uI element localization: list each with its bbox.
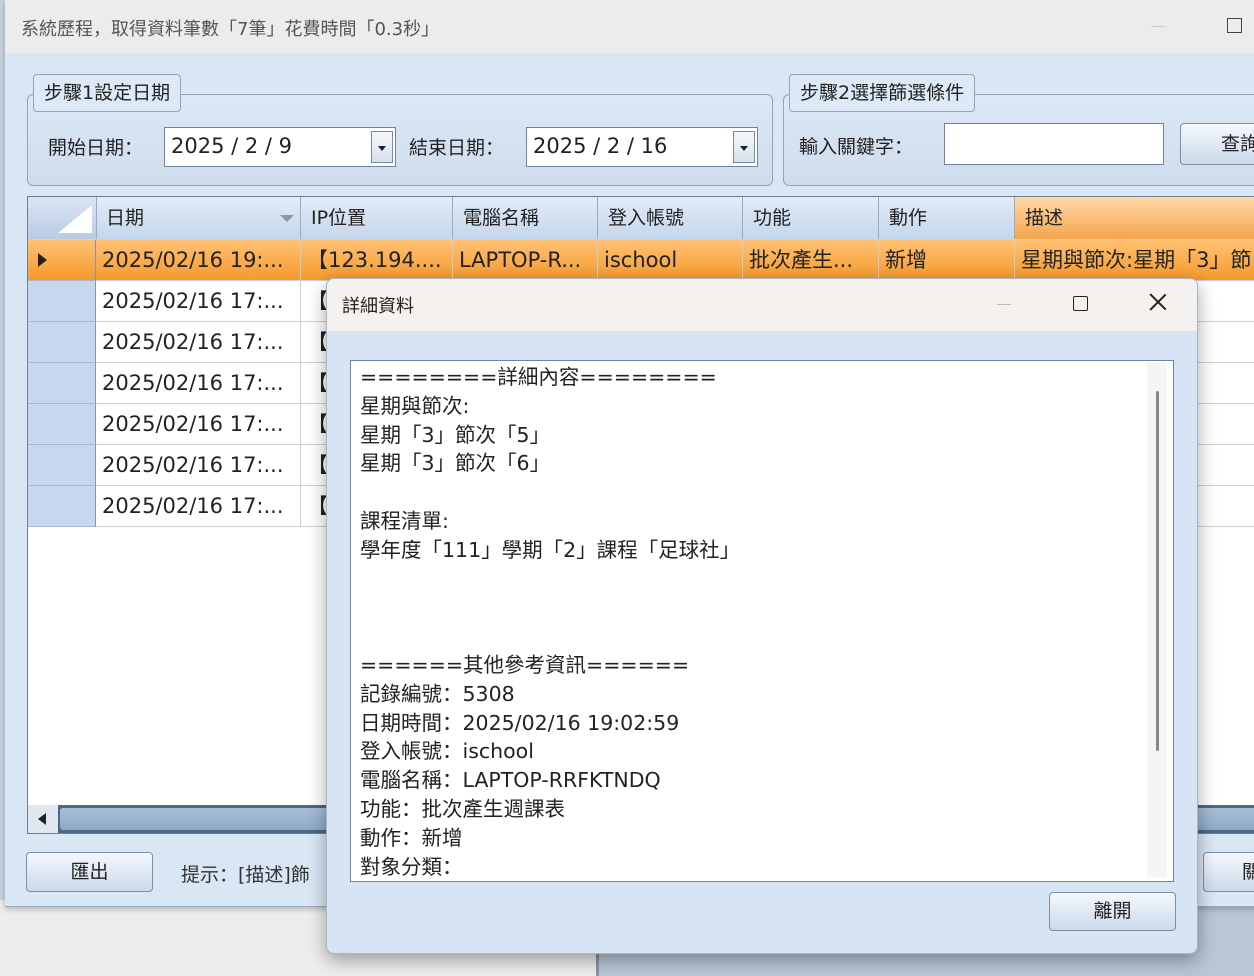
minimize-icon[interactable] — [1151, 26, 1165, 27]
vertical-scrollbar[interactable] — [1147, 363, 1167, 877]
cell-date[interactable]: 2025/02/16 17:... — [96, 281, 301, 322]
detail-text: ========詳細內容======== 星期與節次: 星期「3」節次「5」 星期「3… — [360, 363, 740, 881]
column-header-pc-name[interactable]: 電腦名稱 — [453, 197, 598, 239]
cell-function[interactable]: 批次產生... — [743, 240, 879, 281]
arrow-left-icon — [38, 813, 46, 825]
detail-line — [360, 478, 740, 507]
end-date-label: 結束日期： — [409, 137, 505, 159]
detail-line: 功能：批次產生週課表 — [360, 796, 565, 821]
column-header-ip[interactable]: IP位置 — [301, 197, 453, 239]
column-header-account[interactable]: 登入帳號 — [598, 197, 743, 239]
column-header-description[interactable]: 描述 — [1015, 197, 1254, 239]
scroll-left-button[interactable] — [28, 805, 58, 833]
row-header[interactable] — [28, 486, 96, 527]
corner-triangle-icon — [58, 205, 92, 233]
row-header[interactable] — [28, 322, 96, 363]
column-header-action[interactable]: 動作 — [879, 197, 1015, 239]
detail-line: 對象分類： — [360, 854, 463, 879]
detail-line: ========詳細內容======== — [360, 365, 717, 389]
cell-date[interactable]: 2025/02/16 17:... — [96, 404, 301, 445]
column-header-date[interactable]: 日期 — [96, 197, 301, 239]
cell-pc-name[interactable]: LAPTOP-R... — [453, 240, 598, 281]
start-date-picker[interactable]: 2025 / 2 / 9 — [164, 127, 396, 167]
close-icon[interactable] — [1147, 291, 1169, 313]
maximize-icon[interactable] — [1227, 18, 1242, 33]
row-header[interactable] — [28, 281, 96, 322]
detail-line: 星期「3」節次「6」 — [360, 451, 551, 476]
detail-line — [360, 565, 740, 594]
hint-text: 提示：[描述]飾 — [181, 864, 310, 886]
leave-button[interactable]: 離開 — [1049, 892, 1176, 931]
close-main-button[interactable]: 關 — [1203, 852, 1254, 892]
chevron-down-icon — [378, 146, 386, 151]
detail-line: 動作：新增 — [360, 825, 463, 850]
step2-legend: 步驟2選擇篩選條件 — [789, 74, 976, 112]
start-date-label: 開始日期： — [48, 137, 144, 159]
export-button[interactable]: 匯出 — [26, 852, 153, 892]
current-row-icon — [38, 253, 47, 267]
detail-dialog: 詳細資料 ========詳細內容======== 星期與節次: 星期「3」節次「5… — [326, 278, 1198, 954]
dialog-titlebar: 詳細資料 — [327, 279, 1197, 331]
cell-date[interactable]: 2025/02/16 17:... — [96, 445, 301, 486]
detail-line — [360, 622, 740, 651]
step1-legend: 步驟1設定日期 — [33, 74, 182, 112]
grid-header: 日期 IP位置 電腦名稱 登入帳號 功能 動作 描述 — [28, 197, 1254, 241]
minimize-icon[interactable] — [997, 304, 1011, 305]
row-header[interactable] — [28, 363, 96, 404]
detail-line: 課程清單: — [360, 508, 449, 533]
detail-line: 登入帳號：ischool — [360, 739, 534, 764]
detail-line — [360, 593, 740, 622]
maximize-icon[interactable] — [1073, 296, 1088, 311]
keyword-label: 輸入關鍵字： — [799, 136, 914, 158]
cell-action[interactable]: 新增 — [879, 240, 1015, 281]
detail-line: 電腦名稱：LAPTOP-RRFKTNDQ — [360, 768, 661, 793]
cell-account[interactable]: ischool — [598, 240, 743, 281]
sort-desc-icon — [280, 215, 294, 222]
detail-line: 記錄編號：5308 — [360, 681, 515, 706]
detail-textarea[interactable]: ========詳細內容======== 星期與節次: 星期「3」節次「5」 星期「3… — [350, 360, 1174, 882]
main-window-title: 系統歷程，取得資料筆數「7筆」花費時間「0.3秒」 — [21, 19, 440, 40]
keyword-input[interactable] — [944, 123, 1164, 165]
end-date-dropdown-button[interactable] — [733, 131, 755, 163]
cell-date[interactable]: 2025/02/16 19:... — [96, 240, 301, 281]
vertical-scrollbar-thumb[interactable] — [1156, 391, 1159, 751]
detail-line: 星期「3」節次「5」 — [360, 422, 551, 447]
cell-description[interactable]: 星期與節次:星期「3」節 — [1015, 240, 1254, 281]
table-row[interactable]: 2025/02/16 19:... 【123.194.... LAPTOP-R...… — [28, 240, 1254, 281]
detail-line: 星期與節次: — [360, 393, 470, 418]
cell-ip[interactable]: 【123.194.... — [301, 240, 453, 281]
row-header[interactable] — [28, 240, 96, 281]
end-date-picker[interactable]: 2025 / 2 / 16 — [526, 127, 758, 167]
query-button[interactable]: 查詢 — [1180, 123, 1254, 165]
end-date-value: 2025 / 2 / 16 — [533, 134, 668, 158]
detail-line: 日期時間：2025/02/16 19:02:59 — [360, 710, 680, 735]
detail-line: ======其他參考資訊====== — [360, 652, 690, 677]
chevron-down-icon — [740, 146, 748, 151]
row-header[interactable] — [28, 445, 96, 486]
cell-date[interactable]: 2025/02/16 17:... — [96, 486, 301, 527]
dialog-title: 詳細資料 — [342, 296, 414, 317]
main-titlebar: 系統歷程，取得資料筆數「7筆」花費時間「0.3秒」 — [5, 0, 1254, 53]
start-date-dropdown-button[interactable] — [371, 131, 393, 163]
cell-date[interactable]: 2025/02/16 17:... — [96, 322, 301, 363]
start-date-value: 2025 / 2 / 9 — [171, 134, 293, 158]
row-header[interactable] — [28, 404, 96, 445]
column-header-function[interactable]: 功能 — [743, 197, 879, 239]
detail-line: 學年度「111」學期「2」課程「足球社」 — [360, 537, 741, 562]
select-all-corner[interactable] — [28, 197, 97, 239]
cell-date[interactable]: 2025/02/16 17:... — [96, 363, 301, 404]
